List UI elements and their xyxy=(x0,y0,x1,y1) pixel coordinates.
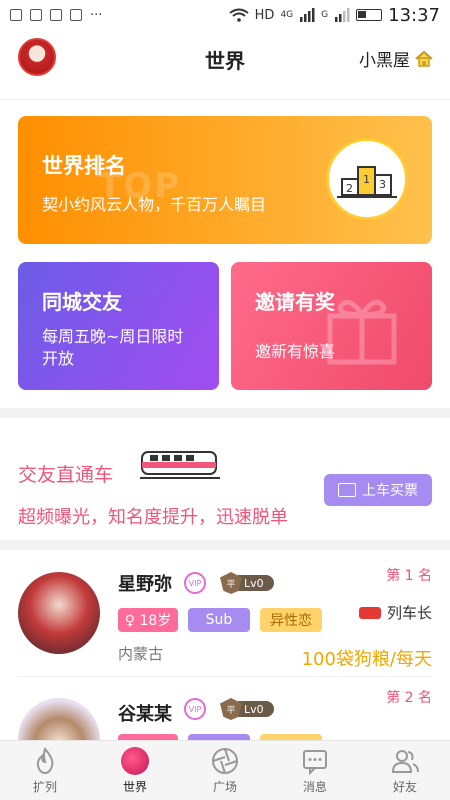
ranking-subtitle: 契小约风云人物，千百万人瞩目 xyxy=(42,195,267,214)
podium-icon: 2 1 3 xyxy=(326,138,408,220)
section-divider xyxy=(0,540,450,550)
row-divider xyxy=(18,676,432,677)
status-bar: ··· HD 4G G 13:37 xyxy=(0,0,450,30)
promo-subtitle: 超频曝光，知名度提升，迅速脱单 xyxy=(18,507,288,528)
buy-ticket-button[interactable]: 上车买票 xyxy=(324,474,432,506)
invite-title: 邀请有奖 xyxy=(255,290,335,314)
system-icons: HD 4G G 13:37 xyxy=(229,5,440,26)
tab-label: 好友 xyxy=(392,779,417,794)
tab-world[interactable]: 世界 xyxy=(90,741,180,800)
blackroom-link[interactable]: 小黑屋 xyxy=(359,46,434,71)
tab-label: 消息 xyxy=(302,779,327,794)
buy-ticket-label: 上车买票 xyxy=(362,483,418,499)
more-icon: ··· xyxy=(90,7,103,23)
notification-icon xyxy=(10,9,22,21)
section-divider xyxy=(0,408,450,418)
file-icon xyxy=(70,9,82,21)
signal-icon xyxy=(300,8,315,22)
user-location: 内蒙古 xyxy=(118,645,164,663)
vip-icon: VIP xyxy=(184,572,206,594)
tab-square[interactable]: 广场 xyxy=(180,741,270,800)
train-icon xyxy=(140,451,220,479)
city-title: 同城交友 xyxy=(42,290,122,314)
image-icon xyxy=(30,9,42,21)
gender-age-tag: ♀ 18岁 xyxy=(118,608,178,632)
role-tag: Sub xyxy=(188,608,250,632)
tab-label: 广场 xyxy=(212,779,237,794)
home-icon xyxy=(415,50,433,67)
battery-icon xyxy=(356,9,383,21)
level-badge: 平 Lv0 xyxy=(220,572,274,594)
invite-subtitle: 邀新有惊喜 xyxy=(255,342,336,361)
bottom-tab-bar: 扩列 世界 广场 消息 好友 xyxy=(0,740,450,800)
tab-label: 世界 xyxy=(122,779,147,794)
reward-text: 100袋狗粮/每天 xyxy=(301,649,432,670)
header-divider xyxy=(0,99,450,100)
city-subtitle: 每周五晚~周日限时开放 xyxy=(42,327,184,368)
signal-g-label: G xyxy=(321,10,329,20)
level-label: Lv0 xyxy=(238,701,274,717)
conductor-title: 列车长 xyxy=(358,602,432,623)
user-title-label: 列车长 xyxy=(386,604,432,622)
avatar[interactable] xyxy=(18,572,100,654)
flame-icon xyxy=(36,746,54,774)
signal-4g-label: 4G xyxy=(280,10,294,20)
rank-place: 第 1 名 xyxy=(386,568,432,584)
tab-messages[interactable]: 消息 xyxy=(270,741,360,800)
svg-text:2: 2 xyxy=(346,182,353,195)
world-ranking-card[interactable]: TOP 世界排名 契小约风云人物，千百万人瞩目 2 1 3 xyxy=(18,116,432,244)
clock: 13:37 xyxy=(388,4,440,26)
blackroom-label: 小黑屋 xyxy=(359,51,410,71)
chat-icon xyxy=(303,749,327,775)
orientation-tag: 异性恋 xyxy=(260,608,322,632)
level-label: Lv0 xyxy=(238,575,274,591)
friends-icon xyxy=(391,749,419,773)
ticket-icon xyxy=(338,483,356,497)
svg-text:3: 3 xyxy=(379,178,386,191)
tab-expand[interactable]: 扩列 xyxy=(0,741,90,800)
invite-reward-card[interactable]: 邀请有奖 邀新有惊喜 xyxy=(231,262,432,390)
tab-label: 扩列 xyxy=(32,779,57,794)
svg-text:1: 1 xyxy=(363,173,370,186)
city-friends-card[interactable]: 同城交友 每周五晚~周日限时开放 xyxy=(18,262,219,390)
wifi-icon xyxy=(229,8,249,22)
signal-2-icon xyxy=(335,8,350,22)
user-name: 谷某某 xyxy=(118,704,172,725)
train-icon xyxy=(358,606,381,619)
ranking-title: 世界排名 xyxy=(42,154,126,178)
network-label: HD xyxy=(254,7,275,23)
ranking-list-item[interactable]: 谷某某 VIP 平 Lv0 第 2 名 xyxy=(0,682,450,740)
aperture-icon xyxy=(212,747,238,774)
ranking-list-item[interactable]: 星野弥 VIP 平 Lv0 第 1 名 ♀ 18岁 Sub 异性恋 列车长 内蒙… xyxy=(0,552,450,682)
wifi-off-icon xyxy=(50,9,62,21)
app-header: 世界 小黑屋 xyxy=(0,30,450,90)
notification-icons: ··· xyxy=(10,8,102,23)
rank-place: 第 2 名 xyxy=(386,690,432,706)
planet-icon xyxy=(121,746,149,775)
level-badge: 平 Lv0 xyxy=(220,698,274,720)
tab-friends[interactable]: 好友 xyxy=(360,741,450,800)
avatar[interactable] xyxy=(18,698,100,740)
vip-icon: VIP xyxy=(184,698,206,720)
user-name: 星野弥 xyxy=(118,574,172,595)
promo-title: 交友直通车 xyxy=(18,464,114,486)
